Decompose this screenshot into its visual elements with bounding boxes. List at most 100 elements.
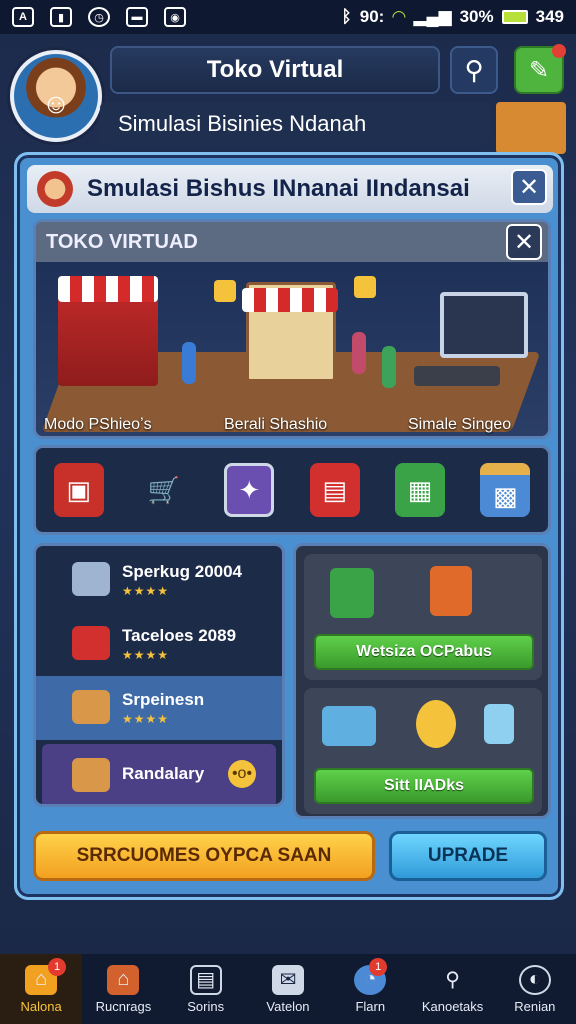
envelope-icon: ✉ xyxy=(271,964,304,995)
gift-icon xyxy=(330,568,374,618)
primary-action-button[interactable]: SRRCUOMES OYPCA SAAN xyxy=(33,831,375,881)
panel-close-button[interactable]: ✕ xyxy=(511,169,547,205)
side-tab[interactable] xyxy=(496,102,566,154)
rewards-section-2: Sitt IIADks xyxy=(304,688,542,814)
list-item-label: Srpeinesn xyxy=(122,690,205,709)
keyboard xyxy=(414,366,500,386)
shopper-figure xyxy=(352,332,366,374)
store-icon[interactable]: ▣ xyxy=(53,463,104,517)
bag-icon[interactable]: ▤ xyxy=(309,463,360,517)
network-text: 90: xyxy=(359,7,385,26)
list-item[interactable]: Taceloes 2089 ★★★★ xyxy=(36,612,282,676)
bottom-navigation: ⌂ Nalona 1 ⌂ Rucnrags ▤ Sorins ✉ Vatelon… xyxy=(0,954,576,1024)
scene-label-3: Simale Singeo xyxy=(408,416,512,433)
notification-dot xyxy=(552,44,566,58)
list-item-label: Randalary xyxy=(122,764,205,783)
scene-label-2: Berali Shashio xyxy=(224,416,328,433)
nav-search[interactable]: ⚲ Kanoetaks xyxy=(411,954,493,1024)
item-icon-row: ▣ 🛒 ✦ ▤ ▦ ▩ xyxy=(33,445,551,535)
nav-home[interactable]: ⌂ Nalona 1 xyxy=(0,954,83,1024)
clock-icon: ◷ xyxy=(88,7,110,27)
search-button[interactable]: ⚲ xyxy=(450,46,498,94)
crate-icon[interactable]: ▦ xyxy=(394,463,445,517)
inventory-list: Sperkug 20004 ★★★★ Taceloes 2089 ★★★★ Sr… xyxy=(33,543,285,807)
signal-icon: ▂▄▆ xyxy=(413,7,452,26)
tablet-icon[interactable]: ✦ xyxy=(224,463,275,517)
avatar-face-icon: ☺ xyxy=(41,88,71,119)
computer-monitor[interactable] xyxy=(440,292,528,358)
easel-icon xyxy=(430,566,472,616)
game-logo-icon xyxy=(37,171,73,207)
cash-box-icon xyxy=(322,706,376,746)
list-item-selected[interactable]: Srpeinesn ★★★★ xyxy=(36,676,282,740)
avatar[interactable]: ☺ xyxy=(10,50,102,142)
list-item-label: Sperkug 20004 xyxy=(122,562,243,581)
rating-stars: ★★★★ xyxy=(122,712,170,726)
search-icon: ⚲ xyxy=(464,54,484,85)
battery-text: 30% xyxy=(459,7,494,26)
status-bar: A ▮ ◷ ▬ ◉ ᛒ 90: ◠ ▂▄▆ 30% 349 xyxy=(0,0,576,34)
clipboard-icon: ▤ xyxy=(189,964,222,995)
wifi-icon: ◠ xyxy=(392,7,406,26)
list-item[interactable]: Sperkug 20004 ★★★★ xyxy=(36,548,282,612)
cart-icon[interactable]: 🛒 xyxy=(139,463,189,517)
search-icon: ⚲ xyxy=(445,969,460,991)
rewards-box: × Wetsiza OCPabus Sitt IIADks xyxy=(293,543,551,819)
close-icon: ✕ xyxy=(518,173,540,201)
nav-badge: 1 xyxy=(48,958,66,976)
battery-icon xyxy=(501,10,528,24)
panel-header: Smulasi Bishus INnanai IIndansai ✕ xyxy=(27,165,553,213)
crate-icon xyxy=(72,758,110,792)
shopper-figure xyxy=(382,346,396,388)
close-icon: ✕ xyxy=(513,228,535,256)
stall-awning xyxy=(242,288,338,312)
store-scene[interactable]: Modo PShieoʼs Berali Shashio Simale Sing… xyxy=(36,262,548,436)
emoji-face-icon: •o• xyxy=(228,760,256,788)
reward-button-2[interactable]: Sitt IIADks xyxy=(314,768,534,804)
app-subtitle: Simulasi Bisinies Ndanah xyxy=(100,102,490,146)
panel-title: Smulasi Bishus INnanai IIndansai xyxy=(87,175,470,202)
edit-button[interactable]: ✎ xyxy=(514,44,566,94)
bluetooth-icon: ᛒ xyxy=(341,7,352,26)
lamp-icon xyxy=(354,276,376,298)
nav-label: Renian xyxy=(514,998,556,1014)
rewards-section-1: Wetsiza OCPabus xyxy=(304,554,542,680)
main-panel: Smulasi Bishus INnanai IIndansai ✕ TOKO … xyxy=(14,152,564,900)
profile-icon: ◐ xyxy=(518,964,551,995)
clock-text: 349 xyxy=(535,7,564,26)
nav-label: Flarn xyxy=(355,998,386,1014)
nav-label: Vatelon xyxy=(266,998,310,1014)
rating-stars: ★★★★ xyxy=(122,648,170,662)
lamp-icon xyxy=(214,280,236,302)
nav-shop[interactable]: ⌂ Rucnrags xyxy=(82,954,164,1024)
nav-stats[interactable]: ◔ Flarn 1 xyxy=(329,954,411,1024)
app-title: Toko Virtual xyxy=(110,46,440,94)
nav-label: Nalona xyxy=(20,998,62,1014)
sim-icon: ▮ xyxy=(50,7,72,27)
box-icon[interactable]: ▩ xyxy=(480,463,531,517)
reward-button-1[interactable]: Wetsiza OCPabus xyxy=(314,634,534,670)
nav-inbox[interactable]: ✉ Vatelon xyxy=(247,954,329,1024)
list-item[interactable]: Randalary •o• xyxy=(42,744,276,804)
scene-label-1: Modo PShieoʼs xyxy=(44,416,152,433)
shop-icon: ⌂ xyxy=(107,964,140,995)
pencil-icon: ✎ xyxy=(528,56,550,84)
nav-label: Kanoetaks xyxy=(421,998,484,1014)
signal-a-icon: A xyxy=(12,7,34,27)
package-icon xyxy=(72,562,110,596)
gift-box-icon xyxy=(72,626,110,660)
nav-tasks[interactable]: ▤ Sorins xyxy=(165,954,247,1024)
rating-stars: ★★★★ xyxy=(122,584,170,598)
nav-profile[interactable]: ◐ Renian xyxy=(494,954,576,1024)
nav-badge: 1 xyxy=(369,958,388,976)
lightbulb-icon xyxy=(416,700,456,748)
nav-label: Rucnrags xyxy=(95,998,152,1014)
scene-title: TOKO VIRTUAD xyxy=(36,222,548,262)
scene-close-button[interactable]: ✕ xyxy=(506,224,542,260)
upgrade-button[interactable]: UPRADE xyxy=(389,831,547,881)
store-scene-card: TOKO VIRTUAD ✕ Modo PShieoʼs Berali Shas… xyxy=(33,219,551,439)
list-item-label: Taceloes 2089 xyxy=(122,626,237,645)
cast-icon: ◉ xyxy=(164,7,186,27)
tv-icon: ▬ xyxy=(126,7,148,27)
shopper-figure xyxy=(182,342,196,384)
